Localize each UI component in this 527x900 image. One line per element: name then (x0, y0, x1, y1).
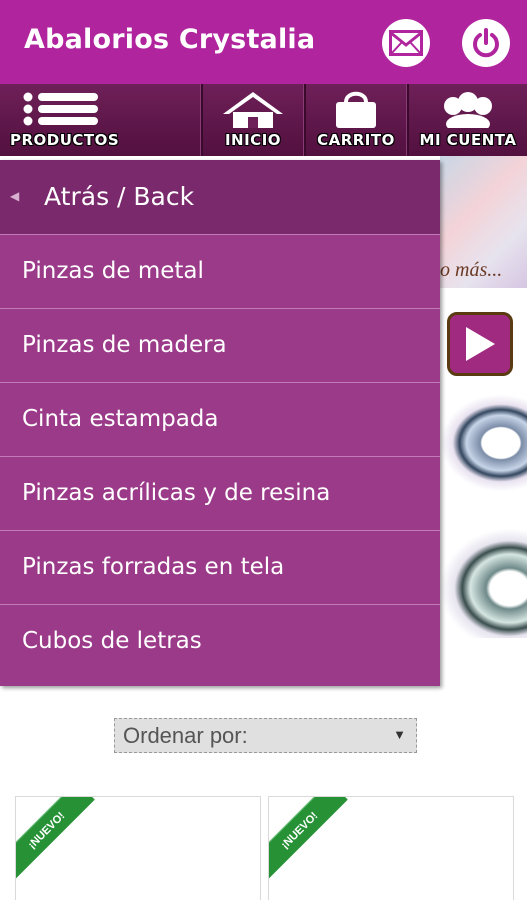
category-item[interactable]: Cinta estampada (0, 383, 440, 457)
nav-carrito[interactable]: CARRITO (306, 84, 406, 156)
shopping-bag-icon (336, 91, 376, 128)
nav-inicio-label: INICIO (224, 131, 282, 149)
category-item[interactable]: Pinzas de madera (0, 309, 440, 383)
app-bar: Abalorios Crystalia (0, 0, 527, 84)
home-icon (223, 92, 283, 128)
nav-inicio[interactable]: INICIO (203, 84, 303, 156)
promo-banner-caption: o más... (440, 259, 503, 281)
nav-carrito-label: CARRITO (317, 131, 395, 149)
nav-micuenta[interactable]: MI CUENTA (409, 84, 527, 156)
product-card[interactable]: ¡NUEVO! (268, 796, 514, 900)
contact-button[interactable] (382, 19, 430, 67)
menu-list-icon (23, 92, 98, 126)
category-drawer: ◀ Atrás / Back Pinzas de metal Pinzas de… (0, 160, 440, 686)
new-badge: ¡NUEVO! (269, 797, 348, 879)
category-item[interactable]: Pinzas de metal (0, 235, 440, 309)
category-item[interactable]: Cubos de letras (0, 605, 440, 679)
drawer-back-button[interactable]: ◀ Atrás / Back (0, 160, 440, 235)
product-banner-image[interactable] (440, 528, 527, 638)
envelope-icon (389, 30, 423, 56)
chevron-down-icon: ▼ (393, 727, 406, 742)
nav-productos-label: PRODUCTOS (10, 131, 120, 149)
video-play-button[interactable] (447, 312, 513, 376)
nav-micuenta-label: MI CUENTA (419, 131, 517, 149)
category-item[interactable]: Pinzas forradas en tela (0, 531, 440, 605)
app-title: Abalorios Crystalia (24, 24, 316, 55)
users-icon (444, 92, 492, 128)
nav-productos[interactable]: PRODUCTOS (0, 84, 200, 156)
power-icon (473, 28, 499, 58)
nav-bar: PRODUCTOS INICIO CARRITO MI CUENTA (0, 84, 527, 156)
new-badge: ¡NUEVO! (16, 797, 95, 879)
sort-select-label: Ordenar por: (123, 723, 248, 748)
back-arrow-icon: ◀ (10, 189, 20, 203)
drawer-back-label: Atrás / Back (44, 182, 195, 211)
product-banner-image[interactable] (440, 394, 527, 492)
sort-select[interactable]: Ordenar por: ▼ (114, 718, 417, 753)
category-item[interactable]: Pinzas acrílicas y de resina (0, 457, 440, 531)
promo-banner-image[interactable]: o más... (440, 156, 527, 288)
product-card[interactable]: ¡NUEVO! (15, 796, 261, 900)
app-screen: Abalorios Crystalia PRODUCTOS INICIO CAR… (0, 0, 527, 900)
power-button[interactable] (462, 19, 510, 67)
play-icon (466, 327, 495, 361)
